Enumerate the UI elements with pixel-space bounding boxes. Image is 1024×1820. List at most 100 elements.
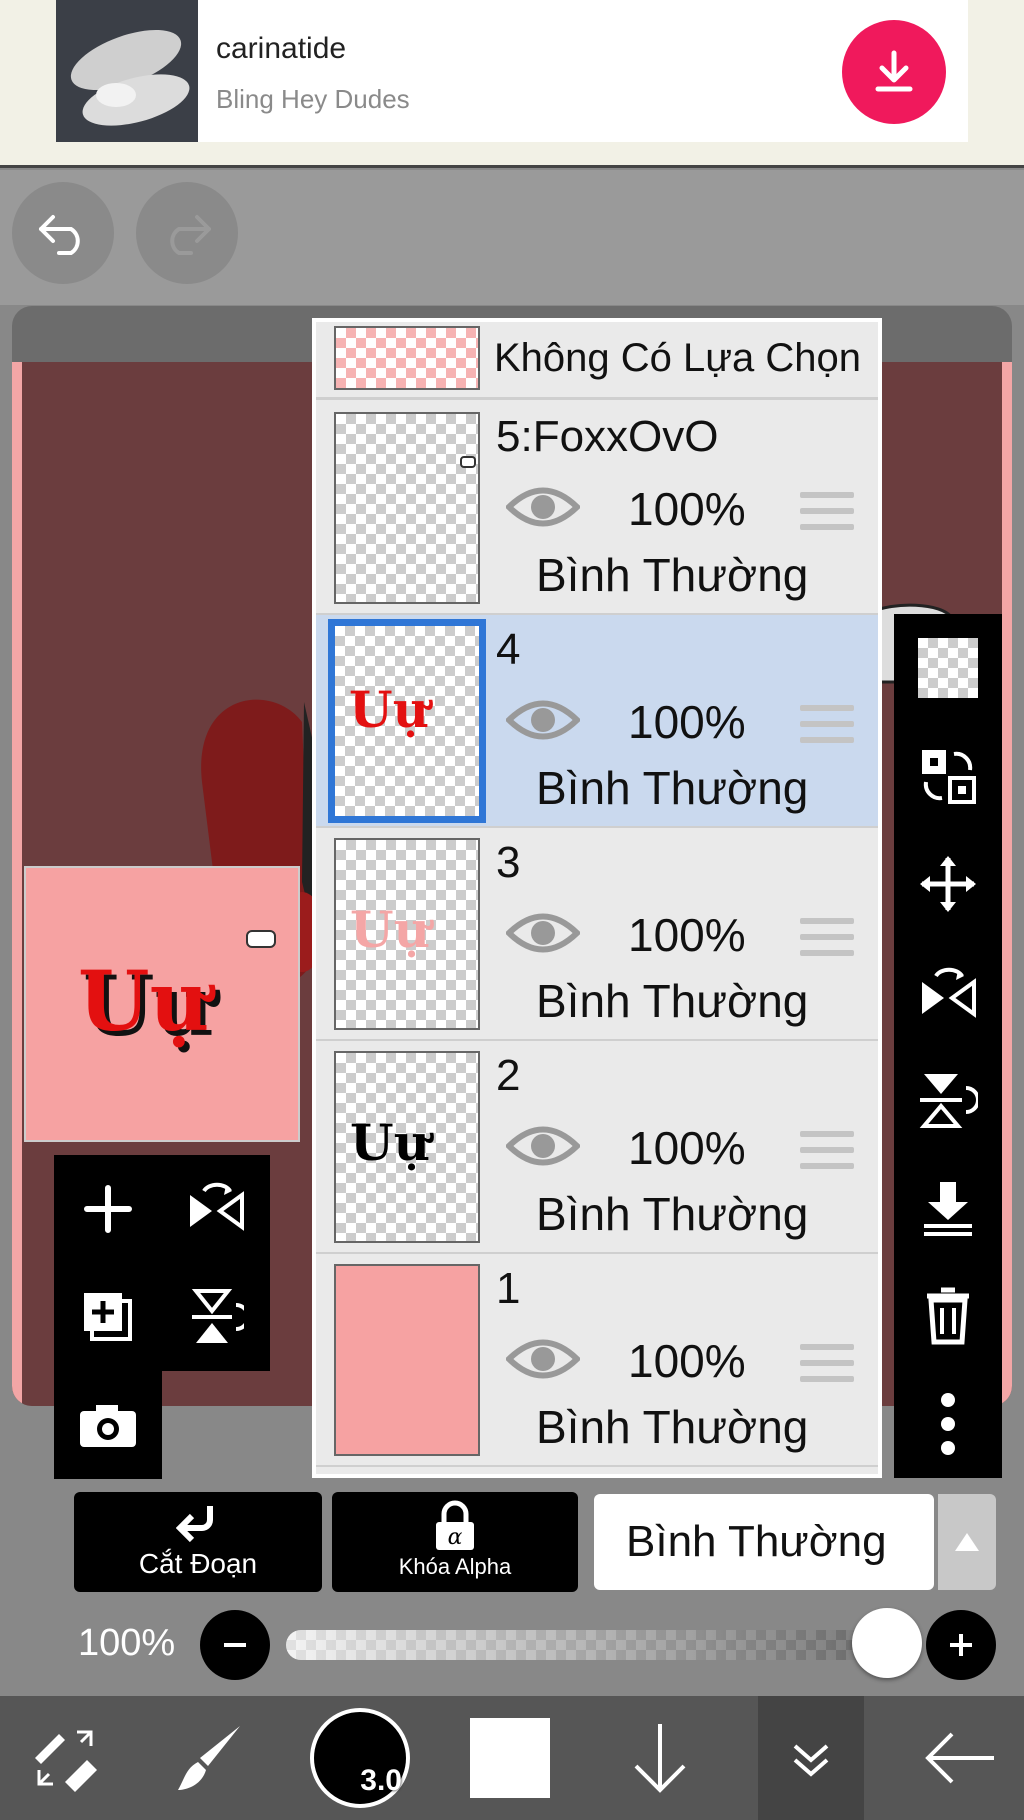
plus-icon	[950, 1634, 972, 1656]
redo-icon	[170, 215, 211, 255]
brush-size-value: 3.0	[360, 1764, 402, 1797]
camera-button[interactable]	[54, 1371, 162, 1479]
flip-horizontal-button[interactable]	[162, 1155, 270, 1263]
layer-thumbnail	[334, 1264, 480, 1456]
layer-name: 5:FoxxOvO	[496, 412, 719, 461]
layer-thumbnail-text: Uự	[350, 900, 430, 959]
flip-vertical-button[interactable]	[894, 1046, 1002, 1154]
layers-menu-button[interactable]	[758, 1696, 864, 1820]
ad-banner[interactable]: carinatide Bling Hey Dudes	[0, 0, 1024, 168]
layer-opacity: 100%	[628, 1122, 746, 1174]
bottom-toolbar: 3.0	[0, 1696, 1024, 1820]
selection-layer-row[interactable]: Không Có Lựa Chọn	[316, 322, 878, 400]
drag-handle-icon[interactable]	[800, 1344, 854, 1388]
add-layer-button[interactable]	[54, 1155, 162, 1263]
layer-name: 2	[496, 1051, 521, 1100]
layer-name: 4	[496, 625, 521, 674]
top-toolbar	[0, 170, 1024, 305]
download-button[interactable]	[842, 20, 946, 124]
clipping-button[interactable]: Cắt Đoạn	[74, 1492, 322, 1592]
ad-subtitle[interactable]: Bling Hey Dudes	[216, 84, 410, 115]
layer-thumbnail: Uự	[334, 1051, 480, 1243]
layer-thumbnail	[334, 412, 480, 604]
flip-vertical-button[interactable]	[162, 1263, 270, 1371]
transparency-button[interactable]	[894, 614, 1002, 722]
undo-button[interactable]	[12, 182, 114, 284]
plus-icon	[84, 1185, 132, 1233]
drag-handle-icon[interactable]	[800, 492, 854, 536]
eye-icon[interactable]	[506, 695, 580, 745]
delete-layer-button[interactable]	[894, 1262, 1002, 1370]
minus-icon	[224, 1643, 246, 1647]
lock-icon: α	[436, 1500, 474, 1550]
selection-thumbnail	[334, 326, 480, 390]
layer-blend-mode: Bình Thường	[536, 762, 809, 814]
canvas-edge-right	[1002, 362, 1012, 1406]
brush-button[interactable]	[160, 1696, 260, 1820]
clipping-label: Cắt Đoạn	[138, 1548, 258, 1579]
opacity-decrease-button[interactable]	[200, 1610, 270, 1680]
blend-mode-dropdown-button[interactable]	[938, 1494, 996, 1590]
blend-mode-select[interactable]: Bình Thường	[594, 1494, 934, 1590]
merge-down-button[interactable]	[894, 1154, 1002, 1262]
redo-button[interactable]	[136, 182, 238, 284]
layer-opacity: 100%	[628, 696, 746, 748]
tool-switch-button[interactable]	[10, 1696, 120, 1820]
back-button[interactable]	[910, 1696, 1010, 1820]
layer-thumbnail: Uự	[334, 838, 480, 1030]
layers-panel[interactable]: Không Có Lựa Chọn 5:FoxxOvO 100% Bình Th…	[312, 318, 882, 1478]
swap-layers-icon	[922, 750, 976, 804]
left-tool-panel-bottom	[54, 1371, 162, 1479]
opacity-track-pattern	[286, 1630, 886, 1660]
layer-row-2[interactable]: Uự 2 100% Bình Thường	[316, 1041, 878, 1254]
layer-blend-mode: Bình Thường	[536, 1401, 809, 1453]
left-tool-panel	[54, 1155, 270, 1371]
move-to-layer-button[interactable]	[894, 722, 1002, 830]
layer-name: 3	[496, 838, 521, 887]
layer-thumbnail-text: Uự	[350, 1113, 430, 1172]
duplicate-layer-button[interactable]	[54, 1263, 162, 1371]
move-button[interactable]	[894, 830, 1002, 938]
triangle-up-icon	[955, 1533, 979, 1551]
layer-opacity: 100%	[628, 1335, 746, 1387]
drag-handle-icon[interactable]	[800, 705, 854, 749]
eye-icon[interactable]	[506, 908, 580, 958]
layer-row-5[interactable]: 5:FoxxOvO 100% Bình Thường	[316, 402, 878, 615]
canvas-edge-left	[12, 362, 22, 1406]
layer-opacity: 100%	[628, 909, 746, 961]
canvas-preview[interactable]: Uự	[24, 866, 300, 1142]
eye-icon[interactable]	[506, 482, 580, 532]
eye-icon[interactable]	[506, 1121, 580, 1171]
brush-eraser-switch-icon	[35, 1730, 97, 1792]
brush-size-button[interactable]: 3.0	[300, 1696, 420, 1820]
opacity-slider-handle[interactable]	[852, 1608, 922, 1678]
layer-thumbnail: Uự	[328, 619, 486, 823]
drag-handle-icon[interactable]	[800, 918, 854, 962]
more-options-button[interactable]	[894, 1370, 1002, 1478]
ad-card[interactable]: carinatide Bling Hey Dudes	[56, 0, 968, 142]
opacity-increase-button[interactable]	[926, 1610, 996, 1680]
layer-blend-mode: Bình Thường	[536, 549, 809, 601]
layer-opacity: 100%	[628, 483, 746, 535]
flip-horizontal-icon	[190, 1182, 244, 1231]
alpha-lock-button[interactable]: α Khóa Alpha	[332, 1492, 578, 1592]
layer-row-4[interactable]: Uự 4 100% Bình Thường	[316, 615, 878, 828]
layer-row-1[interactable]: 1 100% Bình Thường	[316, 1254, 878, 1467]
layer-name: 1	[496, 1264, 521, 1313]
arrow-down-icon	[634, 1724, 686, 1793]
eye-icon[interactable]	[506, 1334, 580, 1384]
camera-icon	[80, 1405, 136, 1447]
flip-horizontal-button[interactable]	[894, 938, 1002, 1046]
color-button[interactable]	[460, 1696, 560, 1820]
ad-image[interactable]	[56, 0, 198, 142]
ad-title[interactable]: carinatide	[216, 32, 346, 66]
layer-row-3[interactable]: Uự 3 100% Bình Thường	[316, 828, 878, 1041]
flip-vertical-icon	[919, 1074, 978, 1128]
chevron-double-down-icon	[793, 1744, 829, 1777]
more-vertical-icon	[941, 1393, 955, 1455]
layer-down-button[interactable]	[610, 1696, 710, 1820]
merge-down-icon	[924, 1182, 972, 1236]
opacity-slider[interactable]	[286, 1630, 886, 1660]
current-color-swatch	[470, 1718, 550, 1798]
drag-handle-icon[interactable]	[800, 1131, 854, 1175]
